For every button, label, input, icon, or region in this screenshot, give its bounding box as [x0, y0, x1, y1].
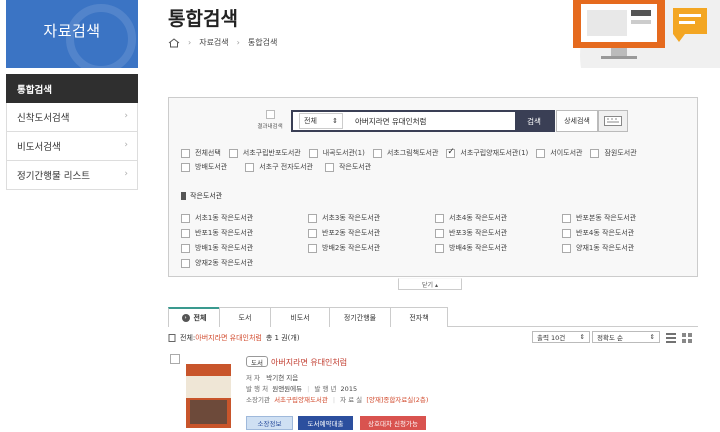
result-query: 아버지라면 유대인처럼	[195, 334, 262, 342]
library-checkbox[interactable]: 서초구립반포도서관	[228, 148, 301, 158]
small-library-checkbox[interactable]: 반포4동 작은도서관	[562, 228, 689, 238]
result-summary: 전체: 아버지라면 유대인처럼 총 1 권(개) 출력 10건 ⇕ 정확도 순 ⇕	[168, 330, 698, 346]
reserve-button[interactable]: 도서예약대출	[298, 416, 353, 430]
breadcrumb-item[interactable]: 통합검색	[248, 37, 277, 48]
sidebar-header: 자료검색	[6, 0, 138, 68]
search-field-value: 전체	[304, 117, 317, 125]
within-results-checkbox[interactable]: 결과내검색	[253, 110, 287, 130]
room-link[interactable]: [양재]종합자료실(2층)	[366, 396, 428, 404]
holdings-button[interactable]: 소장정보	[246, 416, 293, 430]
select-arrows-icon: ⇕	[332, 117, 338, 125]
chevron-right-icon: ›	[181, 314, 190, 322]
library-checkbox-row: 방배도서관 서초구 전자도서관 작은도서관	[181, 162, 379, 172]
sidebar-title: 자료검색	[43, 22, 101, 40]
small-libraries-title: 작은도서관	[181, 191, 222, 201]
list-view-icon[interactable]	[666, 333, 676, 343]
select-arrows-icon: ⇕	[649, 333, 655, 341]
tab-all[interactable]: › 전체	[168, 307, 220, 327]
small-library-checkbox[interactable]: 방배2동 작은도서관	[308, 243, 435, 253]
library-checkbox[interactable]: 서초그림책도서관	[372, 148, 438, 158]
breadcrumb-item[interactable]: 자료검색	[199, 37, 228, 48]
result-checkbox[interactable]	[170, 354, 180, 364]
library-checkbox[interactable]: 내곡도서관(1)	[308, 148, 365, 158]
author-line: 저 자 박기현 지음	[246, 374, 299, 382]
library-checkbox[interactable]: 잠원도서관	[590, 148, 637, 158]
small-library-checkbox[interactable]: 방배4동 작은도서관	[435, 243, 562, 253]
sidebar-item-non-book[interactable]: 비도서검색 ›	[6, 132, 138, 161]
small-library-checkbox[interactable]: 서초1동 작은도서관	[181, 213, 308, 223]
chevron-right-icon: ›	[124, 111, 128, 121]
search-panel: 결과내검색 전체 ⇕ 아버지라면 유대인처럼 검색 상세검색 전체선택 서초구립반…	[168, 97, 698, 277]
small-library-checkbox[interactable]: 방배1동 작은도서관	[181, 243, 308, 253]
sidebar-item-integrated-search[interactable]: 통합검색	[6, 74, 138, 103]
result-item: 도서 아버지라면 유대인처럼 저 자 박기현 지음 발 행 처 원앤원에듀 | 발 …	[170, 354, 700, 432]
result-count: 총 1 권(개)	[265, 334, 300, 342]
checkbox[interactable]	[265, 110, 275, 119]
small-library-checkbox[interactable]: 서초3동 작은도서관	[308, 213, 435, 223]
tab-books[interactable]: 도서	[219, 307, 271, 327]
search-illustration	[573, 0, 720, 68]
chevron-right-icon: ›	[124, 169, 128, 179]
page-title: 통합검색	[168, 8, 238, 30]
bookmark-icon	[181, 192, 186, 200]
search-field-select[interactable]: 전체 ⇕	[299, 113, 343, 129]
keyboard-icon	[604, 116, 622, 126]
select-arrows-icon: ⇕	[579, 333, 585, 341]
publisher-line: 발 행 처 원앤원에듀 | 발 행 년 2015	[246, 385, 358, 393]
library-checkbox[interactable]: 서초구 전자도서관	[245, 162, 313, 172]
chevron-right-icon: ›	[124, 140, 128, 150]
search-box: 전체 ⇕ 아버지라면 유대인처럼 검색	[291, 110, 555, 132]
small-library-checkbox[interactable]: 반포1동 작은도서관	[181, 228, 308, 238]
search-input[interactable]: 아버지라면 유대인처럼	[355, 116, 426, 127]
library-checkbox-row: 전체선택 서초구립반포도서관 내곡도서관(1) 서초그림책도서관 서초구립양재도…	[181, 147, 645, 158]
library-checkbox[interactable]: 서초구립양재도서관(1)	[446, 147, 528, 158]
tab-non-books[interactable]: 비도서	[270, 307, 330, 327]
tab-periodicals[interactable]: 정기간행물	[329, 307, 391, 327]
sidebar-item-label: 통합검색	[17, 84, 52, 96]
library-checkbox[interactable]: 서이도서관	[536, 148, 582, 158]
sidebar-item-label: 정기간행물 리스트	[17, 171, 90, 182]
library-checkbox[interactable]: 전체선택	[181, 148, 221, 158]
sidebar-item-periodicals[interactable]: 정기간행물 리스트 ›	[6, 161, 138, 190]
small-library-checkbox[interactable]: 양재2동 작은도서관	[181, 258, 308, 268]
sidebar-item-new-books[interactable]: 신착도서검색 ›	[6, 103, 138, 132]
location-link[interactable]: 서초구립양재도서관	[274, 396, 328, 404]
small-library-checkbox[interactable]: 반포3동 작은도서관	[435, 228, 562, 238]
small-library-checkbox[interactable]: 반포본동 작은도서관	[562, 213, 689, 223]
breadcrumb: › 자료검색 › 통합검색	[168, 37, 277, 48]
interlibrary-loan-button[interactable]: 상호대차 신청가능	[360, 416, 426, 430]
sidebar-menu: 통합검색 신착도서검색 › 비도서검색 › 정기간행물 리스트 ›	[6, 74, 138, 190]
tab-ebooks[interactable]: 전자책	[390, 307, 448, 327]
within-results-label: 결과내검색	[257, 124, 283, 130]
sidebar-item-label: 신착도서검색	[17, 113, 70, 124]
sidebar-item-label: 비도서검색	[17, 142, 61, 153]
sort-select[interactable]: 정확도 순 ⇕	[592, 331, 660, 343]
library-checkbox[interactable]: 방배도서관	[181, 162, 227, 172]
type-badge: 도서	[246, 356, 268, 367]
small-library-checkbox[interactable]: 반포2동 작은도서관	[308, 228, 435, 238]
small-libraries-grid: 서초1동 작은도서관 서초3동 작은도서관 서초4동 작은도서관 반포본동 작은…	[181, 213, 691, 268]
library-checkbox[interactable]: 작은도서관	[324, 162, 371, 172]
small-library-checkbox[interactable]: 서초4동 작은도서관	[435, 213, 562, 223]
per-page-select[interactable]: 출력 10건 ⇕	[532, 331, 590, 343]
result-prefix: 전체:	[180, 334, 196, 342]
location-line: 소장기관 서초구립양재도서관 | 자 료 실 [양재]종합자료실(2층)	[246, 396, 429, 404]
advanced-search-button[interactable]: 상세검색	[556, 110, 598, 132]
result-tabs: › 전체 도서 비도서 정기간행물 전자책	[168, 307, 698, 327]
grid-view-icon[interactable]	[682, 333, 692, 343]
home-icon[interactable]	[168, 37, 180, 48]
collapse-button[interactable]: 닫기 ▴	[398, 278, 462, 290]
virtual-keyboard-button[interactable]	[598, 110, 628, 132]
book-cover-image[interactable]	[186, 364, 231, 428]
search-button[interactable]: 검색	[515, 112, 553, 130]
result-title[interactable]: 아버지라면 유대인처럼	[271, 357, 347, 368]
small-library-checkbox[interactable]: 양재1동 작은도서관	[562, 243, 689, 253]
document-icon	[168, 334, 176, 342]
